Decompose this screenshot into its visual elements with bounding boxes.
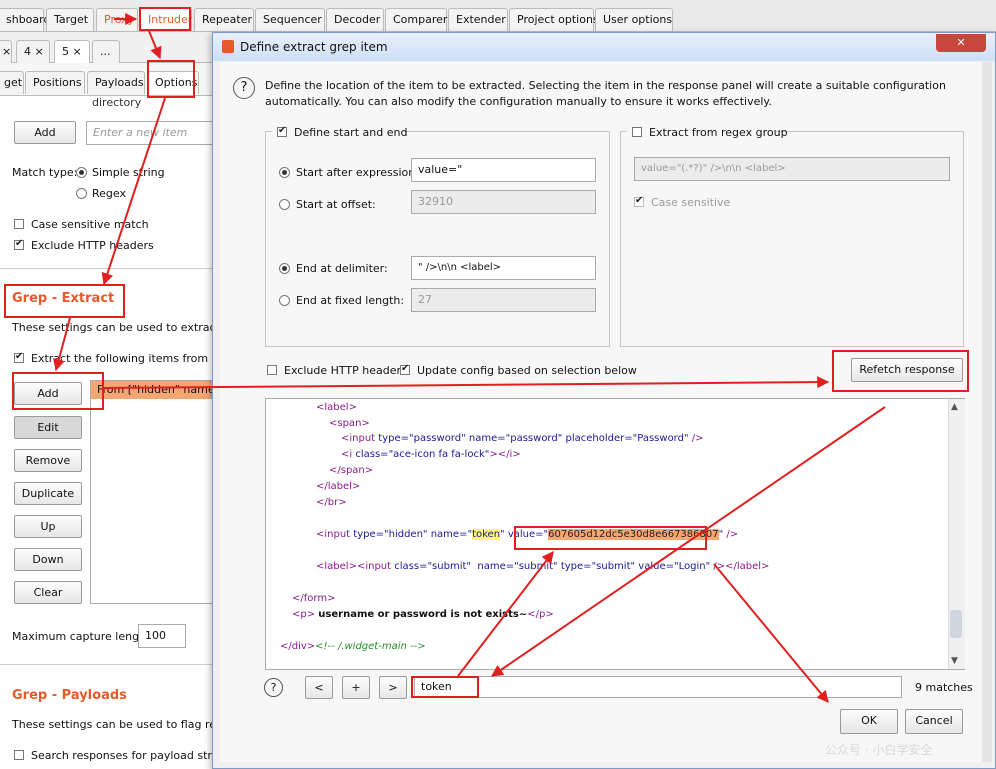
- arrow-intruder-to-options: [148, 30, 162, 60]
- arrow-options-to-grep: [101, 97, 166, 286]
- annotation-arrows: [53, 13, 886, 703]
- arrow-search-to-value: [457, 551, 554, 677]
- arrow-value-to-ok: [713, 563, 829, 703]
- arrow-refetch-to-value: [491, 406, 886, 677]
- arrow-add-to-refetch: [103, 376, 830, 389]
- arrow-grep-to-add: [53, 317, 71, 372]
